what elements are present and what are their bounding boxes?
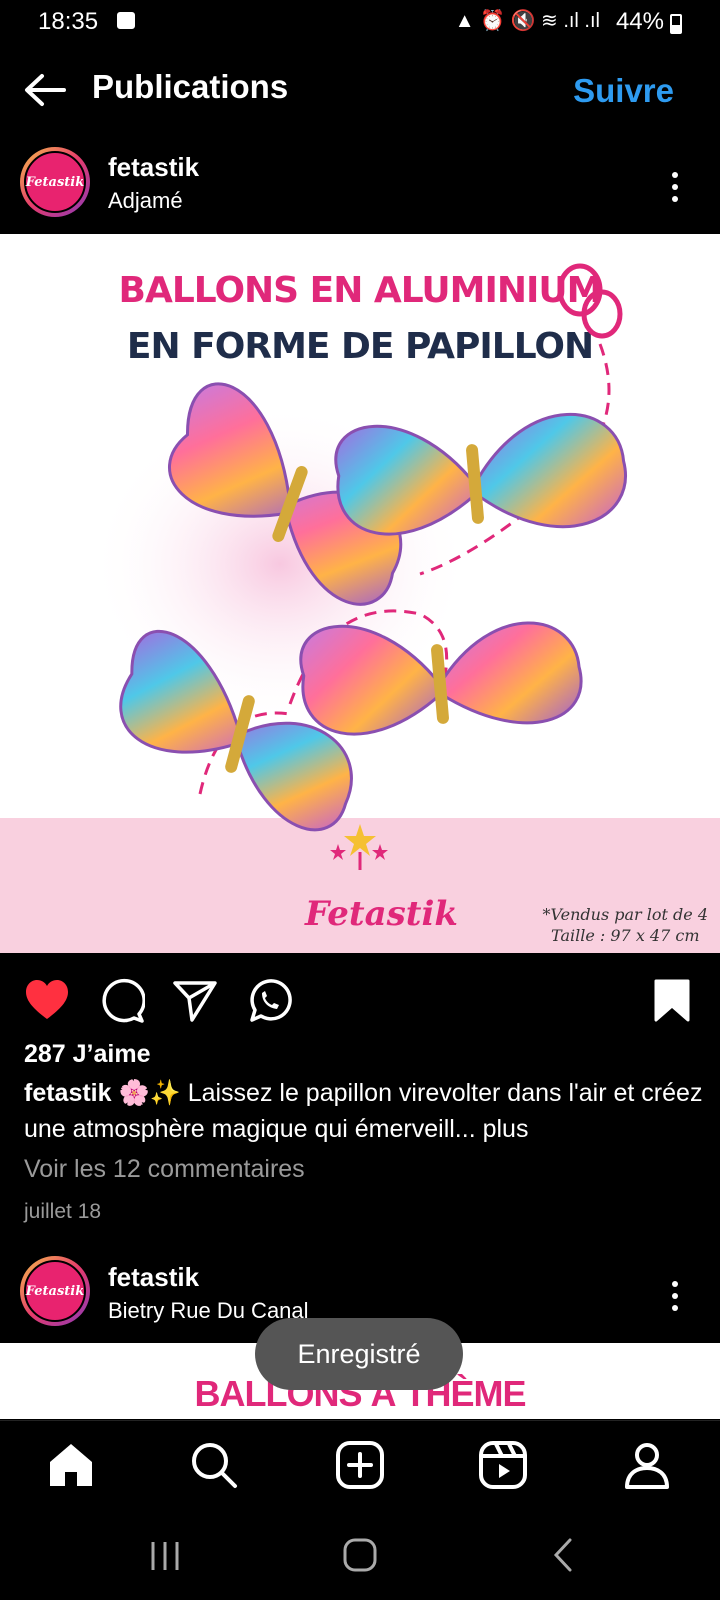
post-image[interactable]: BALLONS EN ALUMINIUM EN FORME DE PAPILLO…	[0, 234, 720, 953]
avatar-logo: Fetastik	[24, 1260, 86, 1322]
avatar[interactable]: Fetastik	[20, 147, 90, 217]
comment-button[interactable]	[99, 978, 146, 1024]
gallery-notification-icon	[117, 12, 135, 29]
save-button[interactable]	[652, 978, 698, 1024]
avatar-logo: Fetastik	[24, 151, 86, 213]
nav-profile[interactable]	[622, 1440, 672, 1490]
small-butterfly	[557, 263, 623, 339]
comment-icon	[102, 978, 146, 1023]
nav-reels[interactable]	[478, 1440, 528, 1490]
nav-home[interactable]	[46, 1440, 96, 1490]
system-back-button[interactable]	[548, 1535, 578, 1575]
arrow-left-icon	[25, 74, 66, 106]
image-note-line-1: *Vendus par lot de 4	[542, 905, 708, 924]
create-icon	[336, 1441, 384, 1489]
butterflies-illustration	[90, 263, 627, 832]
nav-create[interactable]	[335, 1440, 385, 1490]
page-title: Publications	[92, 68, 289, 105]
chevron-left-icon	[553, 1538, 572, 1572]
share-button[interactable]	[172, 978, 218, 1024]
stars-logo-icon	[330, 824, 388, 870]
home-circle-icon	[343, 1538, 377, 1572]
caption-more-link[interactable]: plus	[476, 1115, 529, 1143]
bookmark-filled-icon	[654, 979, 690, 1022]
post-username[interactable]: fetastik	[108, 152, 199, 183]
likes-count[interactable]: 287 J’aime	[24, 1040, 151, 1069]
recent-apps-button[interactable]	[145, 1538, 185, 1574]
status-bar: 18:35 ▲ ⏰ 🔇 ≋ .ıl .ıl 44%	[0, 0, 720, 46]
status-icons: ▲ ⏰ 🔇 ≋ .ıl .ıl	[454, 10, 600, 32]
saved-toast: Enregistré	[255, 1318, 463, 1390]
view-comments-link[interactable]: Voir les 12 commentaires	[24, 1155, 305, 1184]
image-brand-logo: Fetastik	[305, 894, 458, 934]
status-time: 18:35	[38, 8, 99, 35]
more-options-icon[interactable]	[672, 172, 680, 202]
battery-icon	[670, 14, 682, 34]
like-button[interactable]	[24, 978, 70, 1024]
recent-apps-icon	[151, 1542, 179, 1570]
nav-search[interactable]	[189, 1440, 239, 1490]
whatsapp-share-button[interactable]	[246, 978, 292, 1024]
next-post-username[interactable]: fetastik	[108, 1262, 199, 1293]
follow-button[interactable]: Suivre	[573, 72, 674, 110]
whatsapp-icon	[250, 979, 292, 1022]
search-icon	[192, 1443, 237, 1488]
caption-text: 🌸✨ Laissez le papillon virevolter dans l…	[24, 1079, 703, 1143]
image-note: *Vendus par lot de 4 Taille : 97 x 47 cm	[543, 904, 708, 946]
more-options-icon[interactable]	[672, 1281, 680, 1311]
profile-icon	[625, 1443, 669, 1489]
heart-filled-icon	[26, 980, 68, 1019]
home-icon	[50, 1444, 92, 1486]
post-location[interactable]: Adjamé	[108, 188, 183, 214]
send-icon	[173, 981, 217, 1022]
battery-percent: 44%	[615, 8, 664, 35]
back-button[interactable]	[22, 70, 68, 110]
post-date: juillet 18	[24, 1200, 102, 1223]
reels-icon	[479, 1441, 527, 1489]
home-system-button[interactable]	[340, 1535, 380, 1575]
avatar[interactable]: Fetastik	[20, 1256, 90, 1326]
caption-username[interactable]: fetastik	[24, 1079, 112, 1107]
image-note-line-2: Taille : 97 x 47 cm	[551, 926, 700, 945]
post-caption[interactable]: fetastik 🌸✨ Laissez le papillon virevolt…	[24, 1075, 704, 1147]
